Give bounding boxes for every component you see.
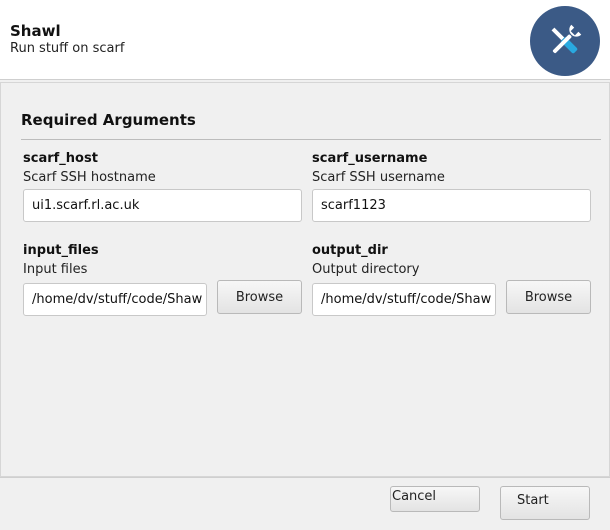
scarf-username-label: scarf_username	[312, 151, 428, 166]
scarf-username-help: Scarf SSH username	[312, 170, 445, 185]
app-subtitle: Run stuff on scarf	[10, 41, 125, 56]
section-title: Required Arguments	[21, 111, 196, 129]
scarf-host-help: Scarf SSH hostname	[23, 170, 156, 185]
tools-icon-graphic	[551, 24, 582, 54]
input-files-help: Input files	[23, 262, 88, 277]
output-dir-input[interactable]: /home/dv/stuff/code/Shaw	[312, 283, 496, 316]
input-files-browse-button[interactable]: Browse	[217, 280, 302, 314]
input-files-input[interactable]: /home/dv/stuff/code/Shaw	[23, 283, 207, 316]
output-dir-browse-button[interactable]: Browse	[506, 280, 591, 314]
input-files-label: input_files	[23, 243, 99, 258]
output-dir-help: Output directory	[312, 262, 420, 277]
output-dir-label: output_dir	[312, 243, 388, 258]
tools-icon	[530, 6, 600, 76]
scarf-host-input[interactable]: ui1.scarf.rl.ac.uk	[23, 189, 302, 222]
app-title: Shawl	[10, 22, 61, 40]
cancel-button[interactable]: Cancel	[390, 486, 480, 512]
start-button[interactable]: Start	[500, 486, 590, 520]
scarf-host-label: scarf_host	[23, 151, 98, 166]
section-divider	[21, 139, 601, 140]
scarf-username-input[interactable]: scarf1123	[312, 189, 591, 222]
footer-bar: Cancel Start	[0, 477, 610, 530]
header-bar: Shawl Run stuff on scarf	[0, 0, 610, 80]
arguments-panel: Required Arguments scarf_host Scarf SSH …	[0, 82, 610, 477]
